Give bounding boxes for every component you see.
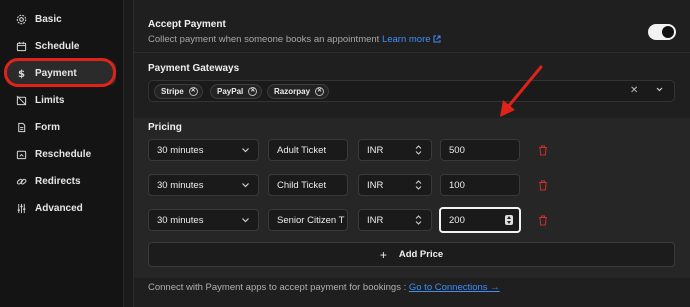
sidebar-item-label: Schedule <box>35 40 80 52</box>
pricing-title: Pricing <box>148 122 182 133</box>
calendar-icon <box>15 40 27 52</box>
form-icon <box>15 121 27 133</box>
price-input[interactable]: 500 <box>440 139 520 161</box>
price-input-focused[interactable]: 200 <box>439 207 521 233</box>
sidebar-item-schedule[interactable]: Schedule <box>6 34 116 58</box>
sliders-icon <box>15 202 27 214</box>
sidebar-item-label: Form <box>35 121 60 133</box>
sidebar-item-label: Redirects <box>35 175 81 187</box>
payment-gateways-title: Payment Gateways <box>148 63 240 74</box>
sidebar-item-basic[interactable]: Basic <box>6 7 116 31</box>
number-stepper[interactable] <box>505 215 513 225</box>
link-icon <box>15 175 27 187</box>
gear-icon <box>15 13 27 25</box>
remove-chip-icon[interactable]: ✕ <box>248 87 258 96</box>
learn-more-link[interactable]: Learn more <box>382 34 441 45</box>
accept-payment-toggle[interactable] <box>648 24 676 40</box>
plus-icon: + <box>379 247 387 262</box>
chevron-updown-icon <box>415 215 422 225</box>
sidebar-item-advanced[interactable]: Advanced <box>6 196 116 220</box>
sidebar-item-label: Limits <box>35 94 65 106</box>
ticket-name-input[interactable]: Adult Ticket <box>268 139 348 161</box>
duration-select[interactable]: 30 minutes <box>148 209 259 231</box>
chevron-down-icon[interactable] <box>655 85 664 97</box>
payment-gateways-select[interactable]: Stripe ✕ PayPal ✕ Razorpay ✕ ✕ <box>148 80 675 102</box>
sidebar-item-label: Advanced <box>35 202 83 214</box>
ticket-name-input[interactable]: Senior Citizen T <box>268 209 348 231</box>
sidebar-item-limits[interactable]: Limits <box>6 88 116 112</box>
remove-chip-icon[interactable]: ✕ <box>188 87 198 96</box>
go-to-connections-link[interactable]: Go to Connections → <box>409 282 500 293</box>
trash-icon[interactable] <box>538 180 548 191</box>
chevron-updown-icon <box>415 180 422 190</box>
calendar-reschedule-icon <box>15 148 27 160</box>
currency-select[interactable]: INR <box>358 174 432 196</box>
gateway-chip-stripe: Stripe ✕ <box>154 84 203 99</box>
calendar-off-icon <box>15 94 27 106</box>
currency-select[interactable]: INR <box>358 209 432 231</box>
trash-icon[interactable] <box>538 215 548 226</box>
ticket-name-input[interactable]: Child Ticket <box>268 174 348 196</box>
duration-select[interactable]: 30 minutes <box>148 174 259 196</box>
highlight-circle <box>4 58 116 87</box>
chevron-updown-icon <box>415 145 422 155</box>
gateway-chip-paypal: PayPal ✕ <box>210 84 263 99</box>
sidebar-item-redirects[interactable]: Redirects <box>6 169 116 193</box>
toggle-knob <box>662 26 674 38</box>
sidebar-item-reschedule[interactable]: Reschedule <box>6 142 116 166</box>
sidebar-item-label: Reschedule <box>35 148 92 160</box>
remove-chip-icon[interactable]: ✕ <box>315 87 325 96</box>
price-input[interactable]: 100 <box>440 174 520 196</box>
sidebar: Basic Schedule $ Payment Limits Form Res… <box>0 0 124 307</box>
divider <box>134 52 690 53</box>
connect-payment-note: Connect with Payment apps to accept paym… <box>148 282 500 293</box>
accept-payment-title: Accept Payment <box>148 19 226 30</box>
chevron-down-icon <box>242 148 249 153</box>
external-link-icon <box>433 35 441 43</box>
clear-icon[interactable]: ✕ <box>630 85 638 96</box>
add-price-button[interactable]: + Add Price <box>148 242 675 267</box>
accept-payment-description: Collect payment when someone books an ap… <box>148 34 441 45</box>
duration-select[interactable]: 30 minutes <box>148 139 259 161</box>
trash-icon[interactable] <box>538 145 548 156</box>
sidebar-item-label: Basic <box>35 13 62 25</box>
payment-settings-panel: Accept Payment Collect payment when some… <box>133 0 690 307</box>
sidebar-item-form[interactable]: Form <box>6 115 116 139</box>
currency-select[interactable]: INR <box>358 139 432 161</box>
chevron-down-icon <box>242 183 249 188</box>
gateway-chip-razorpay: Razorpay ✕ <box>267 84 330 99</box>
chevron-down-icon <box>242 218 249 223</box>
